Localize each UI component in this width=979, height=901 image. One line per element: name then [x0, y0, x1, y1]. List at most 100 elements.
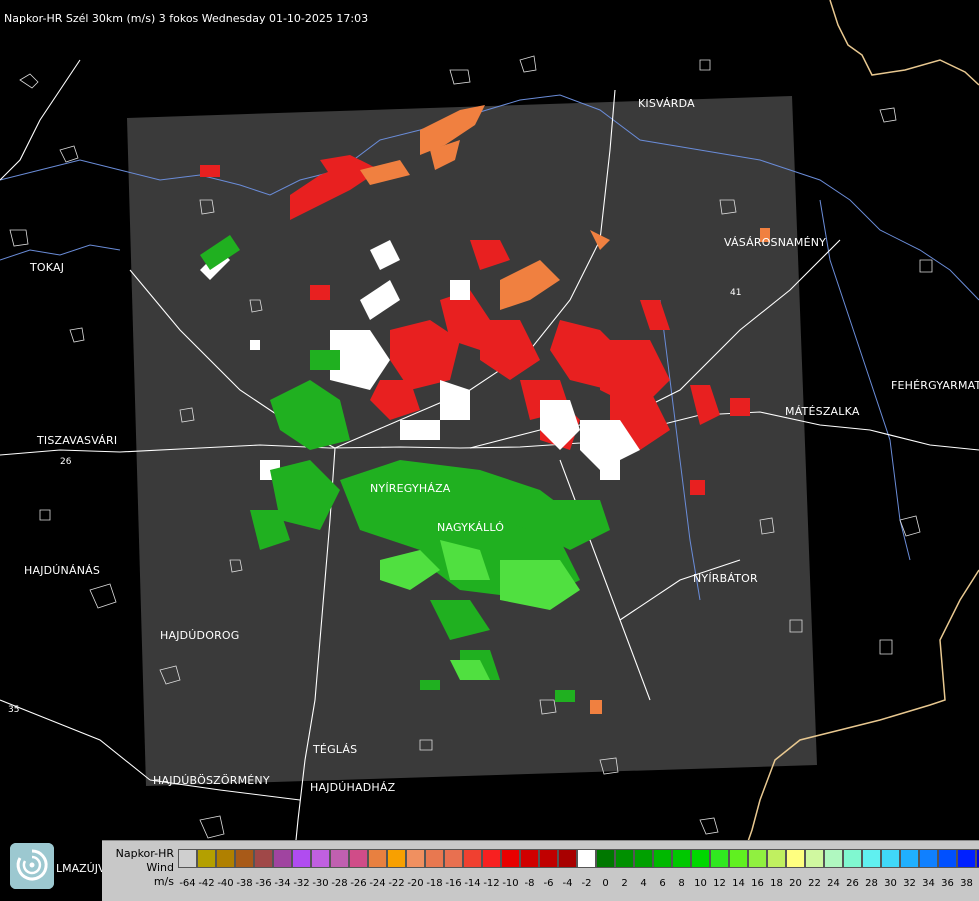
- city-label: NYÍREGYHÁZA: [370, 482, 451, 495]
- legend-swatch: [805, 849, 824, 868]
- road-number-26: 26: [60, 457, 72, 467]
- legend-swatch: [235, 849, 254, 868]
- legend-tick: -34: [274, 878, 291, 889]
- legend-tick: 34: [922, 878, 935, 889]
- legend-tick: 16: [751, 878, 764, 889]
- legend-swatch: [881, 849, 900, 868]
- legend-tick: -32: [293, 878, 310, 889]
- legend-swatch: [254, 849, 273, 868]
- map-title: Napkor-HR Szél 30km (m/s) 3 fokos Wednes…: [4, 12, 369, 25]
- legend-swatch: [349, 849, 368, 868]
- legend-title-line: m/s: [153, 875, 174, 888]
- legend-swatch: [729, 849, 748, 868]
- city-label: VÁSÁROSNAMÉNY: [724, 236, 827, 249]
- legend-tick: 24: [827, 878, 840, 889]
- legend-tick: 18: [770, 878, 783, 889]
- legend-tick: -20: [407, 878, 424, 889]
- legend-swatch: [216, 849, 235, 868]
- legend-swatch: [786, 849, 805, 868]
- legend-swatch: [539, 849, 558, 868]
- city-label: NAGYKÁLLÓ: [437, 521, 505, 534]
- legend-swatch: [520, 849, 539, 868]
- legend-swatch: [615, 849, 634, 868]
- legend-swatch: [672, 849, 691, 868]
- legend-tick: 32: [903, 878, 916, 889]
- color-legend: Napkor-HR Wind m/s -64 -42 -40 -38 -36 -34 -32…: [102, 840, 979, 901]
- city-label: TISZAVASVÁRI: [37, 434, 118, 447]
- legend-tick: -38: [236, 878, 253, 889]
- legend-swatch: [330, 849, 349, 868]
- legend-tick: -26: [350, 878, 367, 889]
- legend-tick: -4: [562, 878, 573, 889]
- legend-tick: 30: [884, 878, 897, 889]
- legend-swatch: [710, 849, 729, 868]
- legend-swatches: [178, 849, 979, 869]
- legend-tick: -16: [445, 878, 462, 889]
- legend-tick: -18: [426, 878, 443, 889]
- legend-tick: -22: [388, 878, 405, 889]
- legend-tick: 4: [640, 878, 647, 889]
- legend-tick: 36: [941, 878, 954, 889]
- legend-tick: -30: [312, 878, 329, 889]
- legend-title-line: Wind: [146, 861, 174, 874]
- legend-tick: 8: [678, 878, 685, 889]
- legend-swatch: [501, 849, 520, 868]
- legend-ticks: -64 -42 -40 -38 -36 -34 -32 -30 -28 -26 -24 -22 -20-…: [178, 878, 979, 892]
- legend-swatch: [691, 849, 710, 868]
- legend-tick: -6: [543, 878, 554, 889]
- city-label: TÉGLÁS: [313, 743, 358, 756]
- legend-tick: -2: [581, 878, 592, 889]
- legend-swatch: [767, 849, 786, 868]
- city-label: NYÍRBÁTOR: [693, 572, 758, 585]
- legend-tick: -36: [255, 878, 272, 889]
- radar-coverage-area: [127, 96, 817, 786]
- road-number-35: 35: [8, 705, 19, 715]
- legend-tick: 26: [846, 878, 859, 889]
- city-label: HAJDÚNÁNÁS: [24, 564, 101, 577]
- legend-tick: -64: [179, 878, 196, 889]
- legend-tick: 12: [713, 878, 726, 889]
- legend-tick: -28: [331, 878, 348, 889]
- legend-swatch: [273, 849, 292, 868]
- legend-tick: -40: [217, 878, 234, 889]
- legend-tick: 10: [694, 878, 707, 889]
- legend-swatch: [558, 849, 577, 868]
- city-label: KISVÁRDA: [638, 97, 695, 110]
- legend-swatch: [368, 849, 387, 868]
- legend-swatch: [900, 849, 919, 868]
- legend-swatch: [919, 849, 938, 868]
- legend-tick: 14: [732, 878, 745, 889]
- legend-swatch: [292, 849, 311, 868]
- legend-swatch: [197, 849, 216, 868]
- city-label: HAJDÚHADHÁZ: [310, 781, 396, 794]
- legend-swatch: [387, 849, 406, 868]
- legend-swatch: [634, 849, 653, 868]
- legend-tick: 6: [659, 878, 666, 889]
- logo-icon: [10, 843, 54, 889]
- legend-tick: -10: [502, 878, 519, 889]
- legend-swatch: [862, 849, 881, 868]
- legend-swatch: [938, 849, 957, 868]
- legend-tick: 38: [960, 878, 973, 889]
- radar-map: 26 41 35: [0, 0, 979, 900]
- legend-swatch: [596, 849, 615, 868]
- legend-swatch: [843, 849, 862, 868]
- legend-tick: -12: [483, 878, 500, 889]
- legend-tick: 22: [808, 878, 821, 889]
- legend-tick: 28: [865, 878, 878, 889]
- legend-swatch: [444, 849, 463, 868]
- legend-swatch: [824, 849, 843, 868]
- city-label: HAJDÚBÖSZÖRMÉNY: [153, 774, 270, 787]
- legend-swatch: [406, 849, 425, 868]
- legend-swatch: [577, 849, 596, 868]
- legend-tick: -8: [524, 878, 535, 889]
- legend-swatch: [748, 849, 767, 868]
- road-number-41: 41: [730, 288, 741, 298]
- city-label: MÁTÉSZALKA: [785, 405, 860, 418]
- city-label: FEHÉRGYARMAT: [891, 379, 979, 392]
- city-label: TOKAJ: [30, 261, 65, 274]
- legend-tick: -14: [464, 878, 481, 889]
- legend-swatch: [653, 849, 672, 868]
- legend-swatch: [311, 849, 330, 868]
- legend-swatch: [178, 849, 197, 868]
